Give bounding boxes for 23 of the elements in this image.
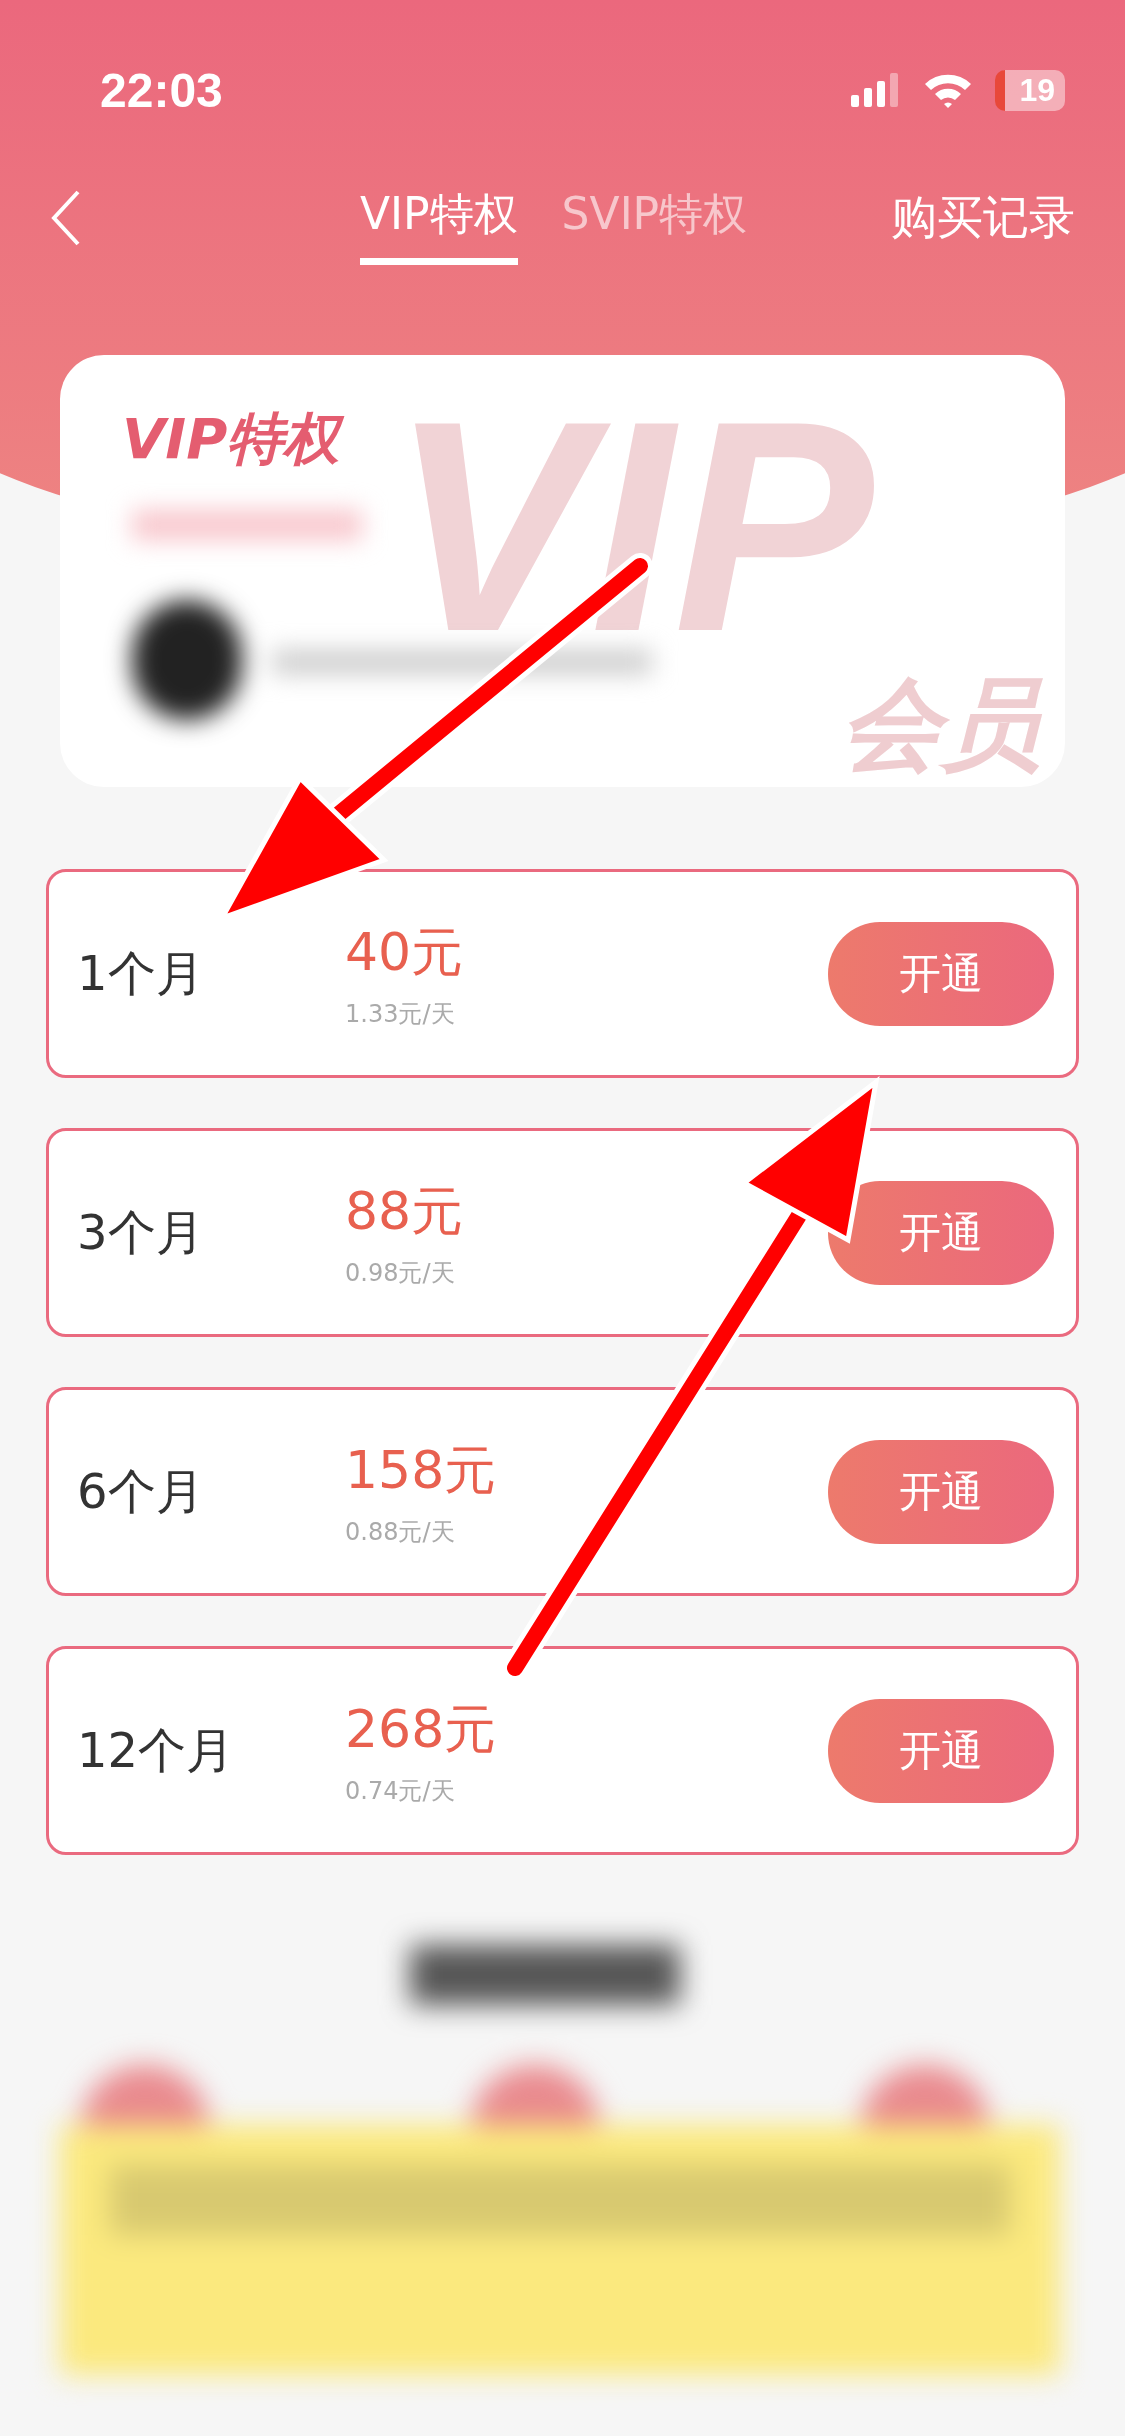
plan-price: 40元: [345, 920, 464, 984]
plan-price: 88元: [345, 1179, 464, 1243]
status-time: 22:03: [100, 62, 223, 118]
nav-tab[interactable]: SVIP特权: [561, 171, 748, 265]
activate-button[interactable]: 开通: [828, 1180, 1054, 1285]
daily-price: 0.88元/天: [345, 1516, 456, 1548]
plan-duration: 12个月: [77, 1720, 236, 1780]
plan-price: 268元: [345, 1697, 497, 1761]
daily-price: 0.98元/天: [345, 1257, 456, 1289]
purchase-history-link[interactable]: 购买记录: [891, 187, 1075, 249]
activate-button[interactable]: 开通: [828, 1439, 1054, 1544]
activate-button[interactable]: 开通: [828, 1698, 1054, 1803]
activate-button[interactable]: 开通: [828, 921, 1054, 1026]
daily-price: 0.74元/天: [345, 1775, 456, 1807]
plan-duration: 1个月: [77, 943, 205, 1003]
plan-duration: 3个月: [77, 1202, 205, 1262]
back-icon[interactable]: [50, 190, 82, 246]
battery-icon: 19: [995, 69, 1065, 111]
plan-duration: 6个月: [77, 1461, 205, 1521]
card-title: VIP特权: [118, 403, 354, 476]
daily-price: 1.33元/天: [345, 998, 456, 1030]
plan-price: 158元: [345, 1438, 497, 1502]
nav-tab[interactable]: VIP特权: [360, 171, 518, 265]
